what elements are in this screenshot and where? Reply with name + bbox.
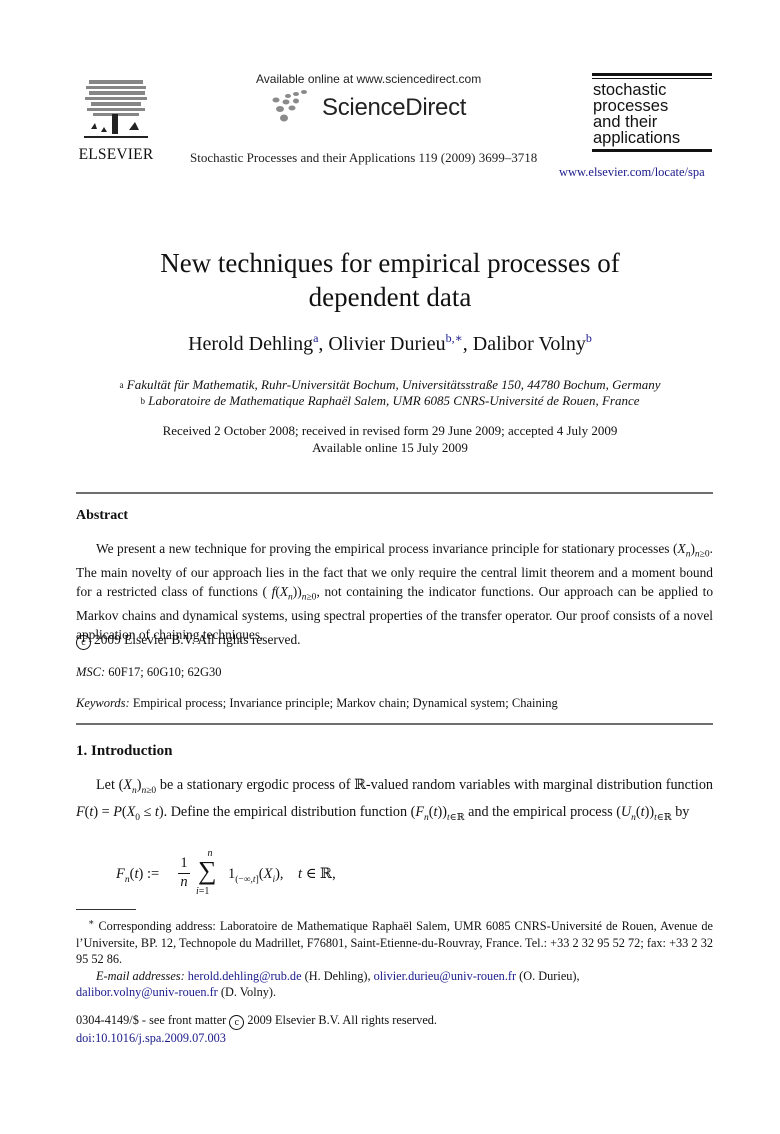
author-name: Olivier Durieu <box>328 333 446 355</box>
copyright-icon: c <box>229 1015 245 1030</box>
equation-empirical-distribution: Fn(t) := 1n n ∑ i=1 1(−∞,t](Xi), t ∈ ℝ, <box>116 848 516 898</box>
journal-logo-rule-top <box>592 73 712 76</box>
author-name: Herold Dehling <box>188 333 314 355</box>
paper-title: New techniques for empirical processes o… <box>0 246 780 314</box>
sciencedirect-wordmark: ScienceDirect <box>322 94 467 121</box>
intro-text-part: be a stationary ergodic process of ℝ-val… <box>156 777 714 793</box>
elsevier-logo: ELSEVIER <box>76 74 156 166</box>
email-link[interactable]: dalibor.volny@univ-rouen.fr <box>76 985 218 999</box>
corresponding-address: ∗ Corresponding address: Laboratoire de … <box>76 915 713 968</box>
math-inline: ( f(Xn))n≥0 <box>262 583 317 603</box>
journal-logo-line: and their <box>593 113 658 131</box>
email-link[interactable]: herold.dehling@rub.de <box>188 969 302 983</box>
intro-text-part: by <box>671 803 690 820</box>
sciencedirect-dots-icon <box>272 90 307 122</box>
paper-title-line: New techniques for empirical processes o… <box>160 248 620 278</box>
journal-logo-line: processes <box>593 97 669 115</box>
copyright-icon: c <box>76 635 91 650</box>
journal-logo-line: applications <box>593 129 681 147</box>
abstract-copyright: c 2009 Elsevier B.V. All rights reserved. <box>76 632 301 650</box>
math-inline: (Xn)n≥0 <box>673 541 710 560</box>
math-inline: F(t) = P(X0 ≤ t) <box>76 803 164 823</box>
email-owner: (D. Volny). <box>220 985 277 1000</box>
equation-fraction: 1n <box>178 855 190 891</box>
affiliation-text: Fakultät für Mathematik, Ruhr-Universitä… <box>126 377 661 392</box>
intro-text-part: . Define the empirical distribution func… <box>163 803 411 820</box>
elsevier-wordmark: ELSEVIER <box>78 146 154 163</box>
email-label: E-mail addresses: <box>96 968 185 983</box>
sciencedirect-logo: ScienceDirect <box>266 88 496 128</box>
footnote-mark: ∗ <box>88 918 95 928</box>
footer-copyright-text: 2009 Elsevier B.V. All rights reserved. <box>247 1013 438 1027</box>
journal-logo-rule-bottom <box>592 149 712 152</box>
intro-text-part: and the empirical process <box>464 803 617 820</box>
msc-codes: MSC: 60F17; 60G10; 62G30 <box>76 665 222 680</box>
email-owner: (H. Dehling), <box>304 968 371 983</box>
journal-logo-title: stochastic processes and their applicati… <box>592 79 712 149</box>
introduction-text: Let (Xn)n≥0 be a stationary ergodic proc… <box>76 775 713 829</box>
email-addresses: E-mail addresses: herold.dehling@rub.de … <box>76 968 713 1001</box>
journal-logo: stochastic processes and their applicati… <box>592 73 712 152</box>
equation-lhs: Fn(t) := <box>116 866 160 885</box>
email-owner: (O. Durieu), <box>519 968 580 983</box>
page-footer: 0304-4149/$ - see front matter c 2009 Els… <box>76 1012 437 1046</box>
received-dates: Received 2 October 2008; received in rev… <box>162 423 618 438</box>
journal-logo-line: stochastic <box>593 81 667 99</box>
math-inline: (Un(t))t∈ℝ <box>616 803 672 823</box>
section-heading-introduction: 1. Introduction <box>76 743 173 759</box>
available-online-date: Available online 15 July 2009 <box>312 440 468 455</box>
affiliation: b Laboratoire de Mathematique Raphaël Sa… <box>0 393 780 409</box>
journal-url-link[interactable]: www.elsevier.com/locate/spa <box>559 165 705 180</box>
footnote-divider <box>76 909 136 910</box>
affiliation-text: Laboratoire de Mathematique Raphaël Sale… <box>148 393 640 408</box>
keywords-label: Keywords: <box>76 696 130 710</box>
sum-icon: ∑ <box>198 856 217 885</box>
corresponding-address-text: Corresponding address: Laboratoire de Ma… <box>76 919 713 967</box>
author-list: Herold Dehlinga, Olivier Durieub,∗, Dali… <box>188 331 592 355</box>
affiliation-mark: a <box>119 380 124 390</box>
affiliation-mark: b <box>140 396 145 406</box>
author-affiliation-link[interactable]: a <box>313 331 318 345</box>
author-affiliation-link[interactable]: b <box>586 331 592 345</box>
sciencedirect-available-text: Available online at www.sciencedirect.co… <box>256 72 482 86</box>
author-name: Dalibor Volny <box>472 333 586 355</box>
article-history: Received 2 October 2008; received in rev… <box>0 422 780 456</box>
abstract-text-part: We present a new technique for proving t… <box>96 541 674 556</box>
math-inline: (Fn(t))t∈ℝ <box>410 803 465 823</box>
footnote: ∗ Corresponding address: Laboratoire de … <box>76 915 713 1001</box>
equation-sum-lower: i=1 <box>196 886 210 897</box>
abstract-heading: Abstract <box>76 508 129 523</box>
equation-rhs: 1(−∞,t](Xi), t ∈ ℝ, <box>228 866 336 885</box>
doi-link[interactable]: doi:10.1016/j.spa.2009.07.003 <box>76 1031 226 1045</box>
author-affiliation-link[interactable]: b,∗ <box>446 331 463 345</box>
issn-line: 0304-4149/$ - see front matter c 2009 Els… <box>76 1012 437 1030</box>
intro-text-part: Let <box>96 777 119 793</box>
keywords: Keywords: Empirical process; Invariance … <box>76 696 558 711</box>
msc-label: MSC: <box>76 665 106 679</box>
affiliation: a Fakultät für Mathematik, Ruhr-Universi… <box>0 377 780 393</box>
elsevier-tree-icon <box>84 80 148 138</box>
keywords-values: Empirical process; Invariance principle;… <box>132 696 558 710</box>
abstract-text: We present a new technique for proving t… <box>76 540 713 644</box>
paper-title-line: dependent data <box>308 282 472 312</box>
abstract-divider-bottom <box>76 723 713 725</box>
msc-values: 60F17; 60G10; 62G30 <box>108 665 222 679</box>
issn-text: 0304-4149/$ - see front matter <box>76 1013 227 1027</box>
copyright-text: 2009 Elsevier B.V. All rights reserved. <box>94 632 301 647</box>
email-link[interactable]: olivier.durieu@univ-rouen.fr <box>374 969 516 983</box>
affiliations: a Fakultät für Mathematik, Ruhr-Universi… <box>0 377 780 409</box>
abstract-divider-top <box>76 492 713 494</box>
math-inline: (Xn)n≥0 <box>118 777 157 796</box>
journal-citation: Stochastic Processes and their Applicati… <box>190 150 538 165</box>
